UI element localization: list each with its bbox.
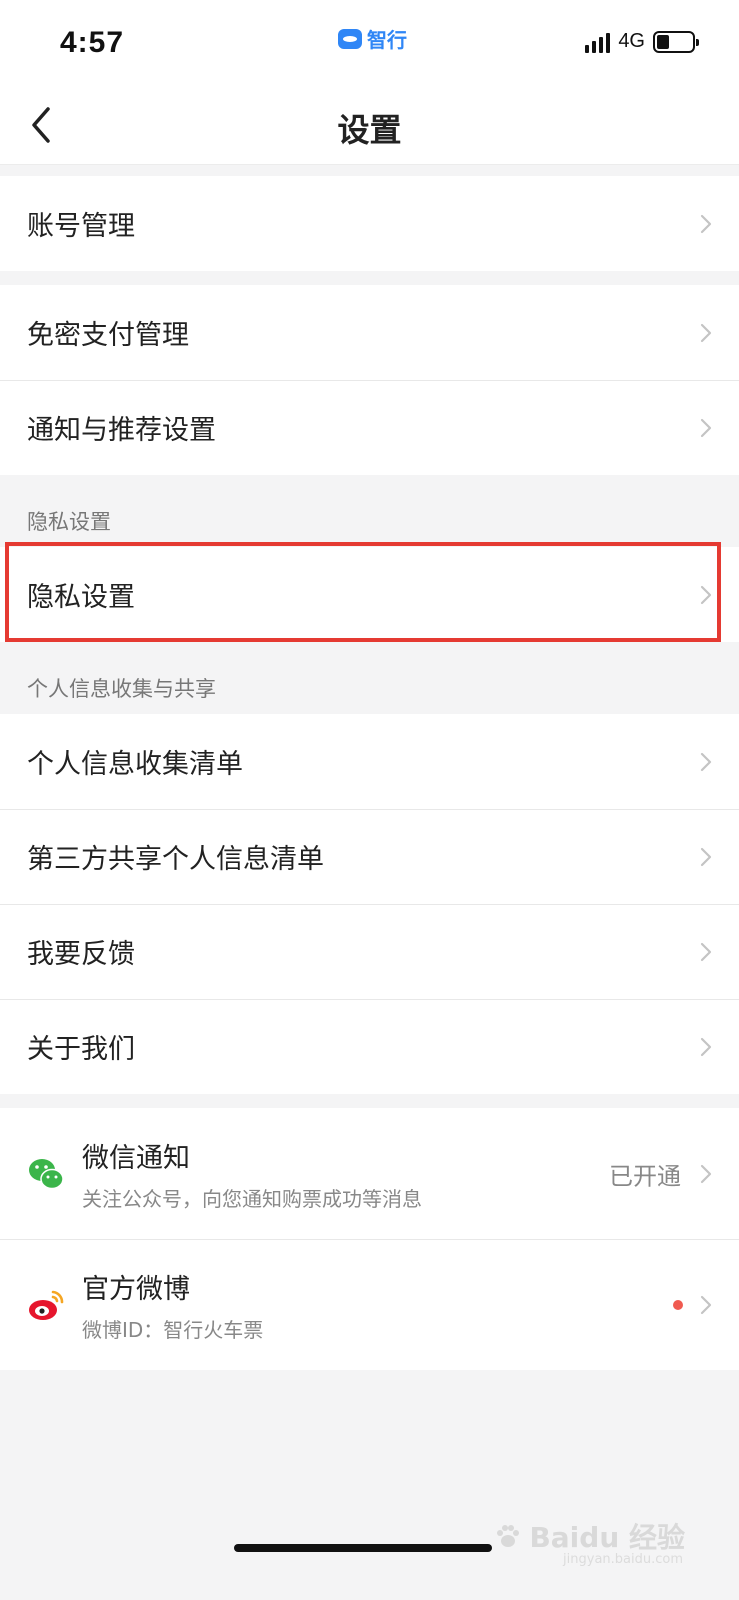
weibo-subtitle: 微博ID：智行火车票: [82, 1317, 264, 1342]
settings-item-wechat-notification[interactable]: 微信通知 关注公众号，向您通知购票成功等消息 已开通: [0, 1108, 739, 1239]
status-app-name: 智行: [367, 28, 407, 52]
settings-item-label: 第三方共享个人信息清单: [27, 844, 324, 875]
settings-item-label: 免密支付管理: [27, 320, 189, 351]
app-logo-icon: [338, 28, 362, 49]
nav-bar: 设置: [0, 85, 739, 165]
settings-item-label: 通知与推荐设置: [27, 415, 216, 446]
wechat-subtitle: 关注公众号，向您通知购票成功等消息: [82, 1186, 422, 1211]
settings-item-label: 隐私设置: [27, 582, 135, 613]
settings-item-account[interactable]: 账号管理: [0, 176, 739, 271]
wechat-icon: [29, 1158, 64, 1189]
settings-item-label: 个人信息收集清单: [27, 749, 243, 780]
settings-item-label: 我要反馈: [27, 939, 135, 970]
chevron-right-icon: [700, 214, 712, 233]
red-dot-badge: [673, 1299, 683, 1310]
settings-item-notification-recommendation[interactable]: 通知与推荐设置: [0, 380, 739, 475]
baidu-watermark: Baidu 经验: [493, 1516, 685, 1556]
wechat-status: 已开通: [609, 1162, 681, 1190]
chevron-right-icon: [700, 752, 712, 771]
settings-item-password-free-payment[interactable]: 免密支付管理: [0, 285, 739, 380]
settings-item-about-us[interactable]: 关于我们: [0, 999, 739, 1094]
watermark-site: jingyan.baidu.com: [563, 1552, 683, 1567]
settings-item-official-weibo[interactable]: 官方微博 微博ID：智行火车票: [0, 1239, 739, 1370]
settings-item-label: 账号管理: [27, 211, 135, 242]
battery-icon: [653, 30, 699, 53]
payment-group: 免密支付管理 通知与推荐设置: [0, 285, 739, 475]
section-label-privacy: 隐私设置: [27, 510, 111, 534]
wechat-title: 微信通知: [82, 1142, 190, 1174]
settings-item-feedback[interactable]: 我要反馈: [0, 904, 739, 999]
watermark-text: Baidu 经验: [529, 1521, 685, 1554]
chevron-right-icon: [700, 1164, 712, 1183]
settings-item-privacy[interactable]: 隐私设置: [0, 547, 739, 642]
privacy-group: 隐私设置: [0, 547, 739, 642]
status-bar: 4:57 智行 4G: [0, 0, 739, 85]
status-indicators: 4G: [585, 30, 699, 53]
page-title: 设置: [337, 111, 402, 149]
status-time: 4:57: [60, 26, 125, 59]
weibo-title: 官方微博: [82, 1273, 190, 1305]
home-indicator[interactable]: [234, 1544, 492, 1552]
personal-info-group: 个人信息收集清单 第三方共享个人信息清单 我要反馈 关于我们: [0, 714, 739, 1094]
settings-item-personal-info-list[interactable]: 个人信息收集清单: [0, 714, 739, 809]
chevron-right-icon: [700, 1037, 712, 1056]
chevron-right-icon: [700, 942, 712, 961]
chevron-right-icon: [700, 323, 712, 342]
settings-item-third-party-sharing[interactable]: 第三方共享个人信息清单: [0, 809, 739, 904]
chevron-right-icon: [700, 585, 712, 604]
weibo-icon: [29, 1290, 64, 1320]
social-group: 微信通知 关注公众号，向您通知购票成功等消息 已开通 官方微博 微博ID：智行火…: [0, 1108, 739, 1370]
chevron-right-icon: [700, 1295, 712, 1314]
weibo-text: 官方微博 微博ID：智行火车票: [82, 1267, 263, 1343]
settings-item-label: 关于我们: [27, 1034, 135, 1065]
chevron-right-icon: [700, 418, 712, 437]
wechat-text: 微信通知 关注公众号，向您通知购票成功等消息: [82, 1136, 422, 1212]
status-app-indicator[interactable]: 智行: [338, 24, 407, 53]
signal-icon: [585, 31, 611, 53]
section-label-personal-info: 个人信息收集与共享: [27, 677, 216, 701]
paw-icon: [497, 1525, 520, 1547]
chevron-right-icon: [700, 847, 712, 866]
network-type: 4G: [618, 30, 645, 52]
account-group: 账号管理: [0, 176, 739, 271]
